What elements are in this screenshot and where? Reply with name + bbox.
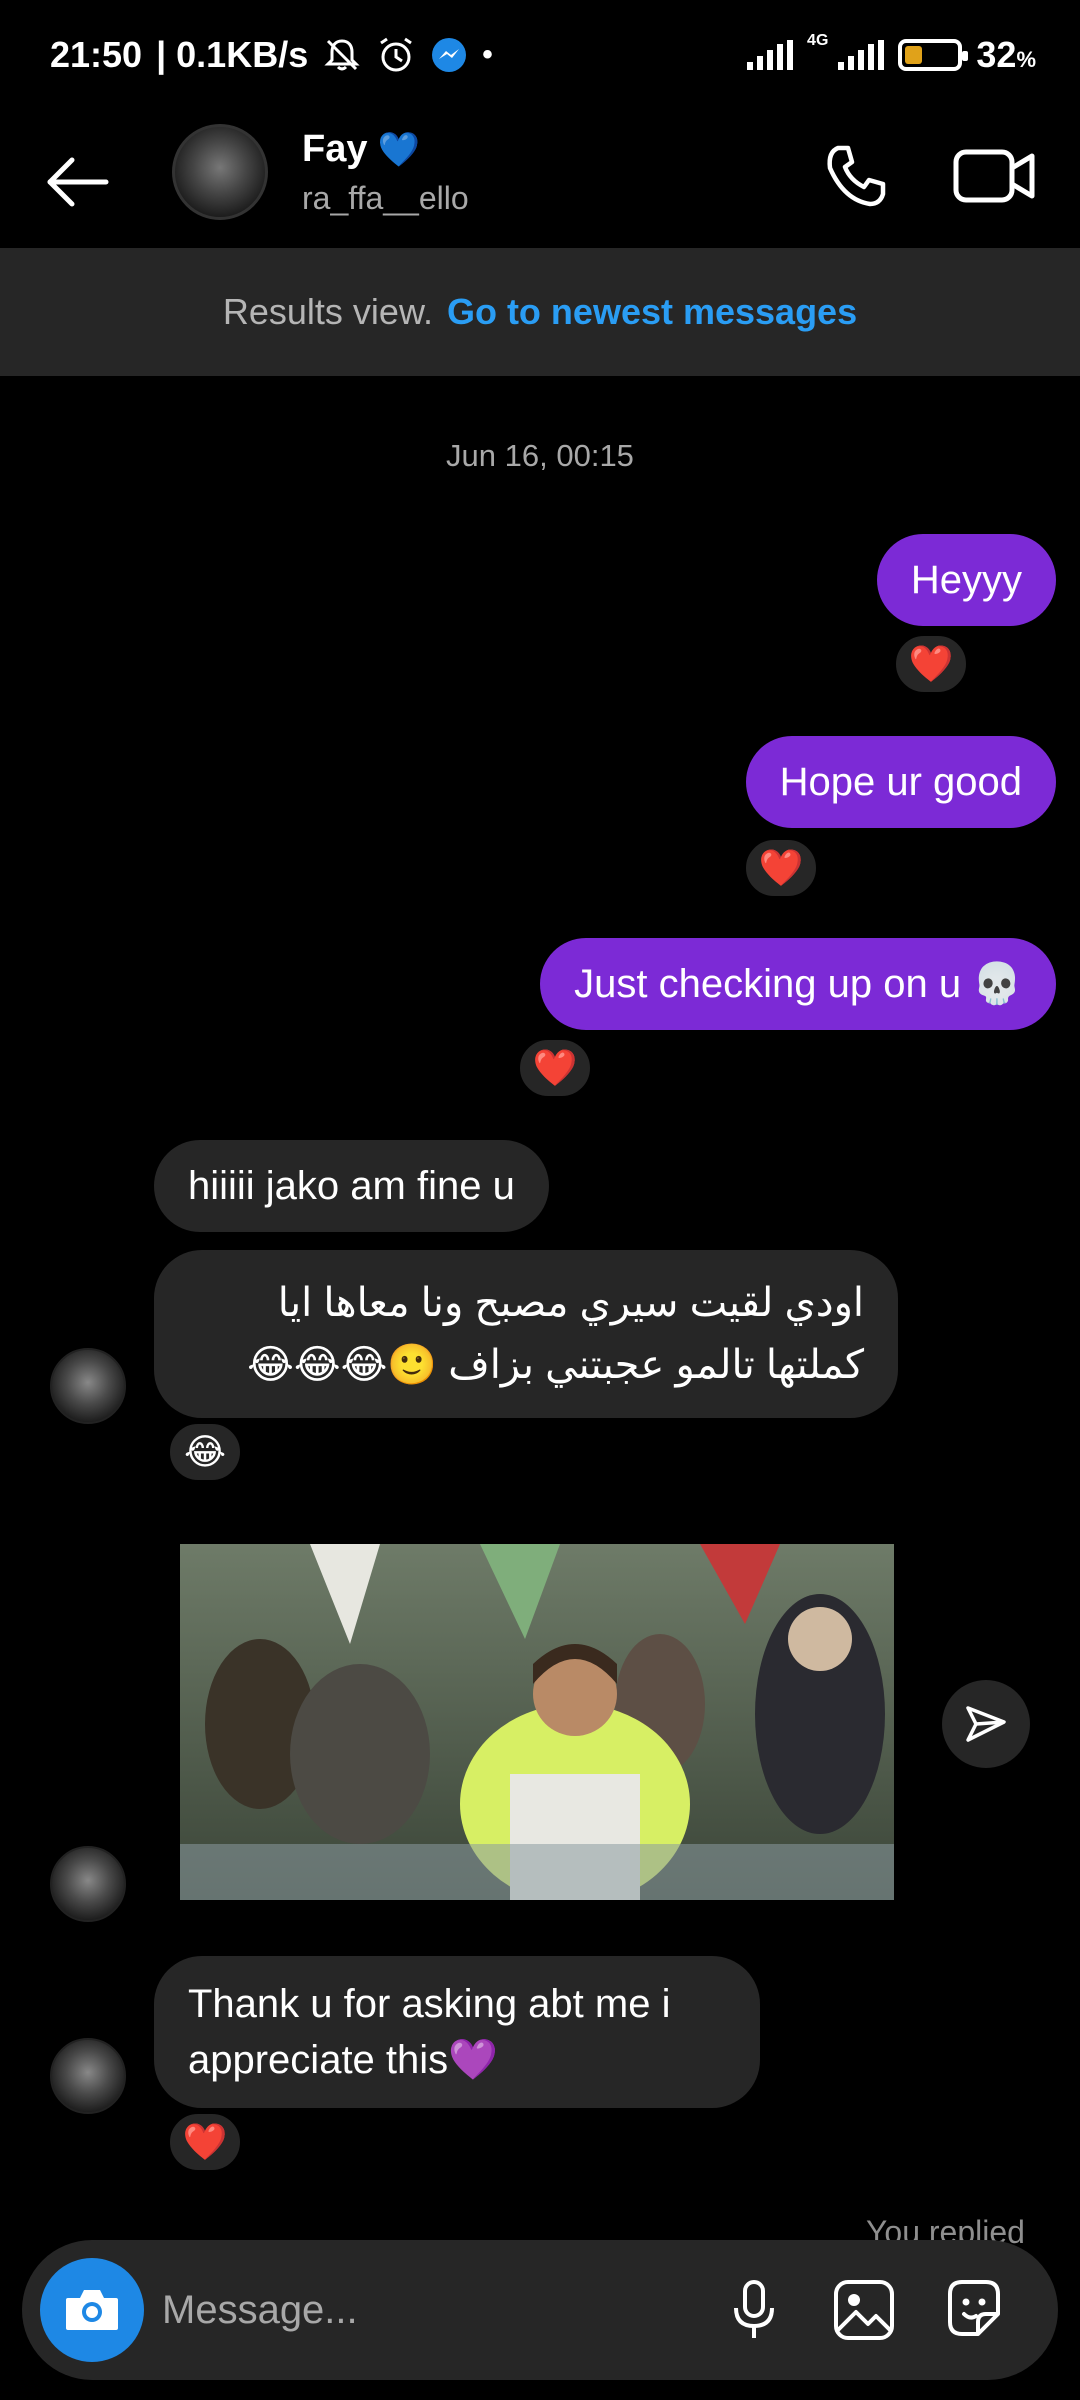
message-reaction[interactable]: ❤️	[892, 632, 970, 696]
share-button[interactable]	[942, 1680, 1030, 1768]
contact-name-text: Fay	[302, 128, 368, 170]
camera-button[interactable]	[40, 2258, 144, 2362]
message-reaction[interactable]: 😂	[166, 1420, 244, 1484]
send-icon	[966, 1706, 1006, 1742]
outgoing-message[interactable]: Heyyy	[876, 534, 1056, 626]
battery-percent: 32%	[976, 34, 1036, 75]
results-view-text: Results view.	[222, 291, 433, 332]
phone-call-icon[interactable]	[816, 136, 896, 216]
status-dot: •	[482, 38, 493, 71]
message-input[interactable]	[162, 2280, 682, 2340]
message-composer	[22, 2240, 1058, 2380]
shared-photo[interactable]	[180, 1544, 894, 1900]
video-call-icon[interactable]	[950, 136, 1040, 216]
incoming-message[interactable]: hiiiii jako am fine u	[154, 1140, 549, 1232]
status-time: 21:50	[50, 34, 143, 75]
results-banner: Results view. Go to newest messages	[0, 248, 1080, 376]
contact-avatar-small[interactable]	[50, 2038, 126, 2114]
contact-username[interactable]: ra_ffa__ello	[302, 180, 469, 217]
microphone-icon[interactable]	[718, 2274, 790, 2346]
incoming-message[interactable]: Thank u for asking abt me i appreciate t…	[154, 1956, 760, 2108]
outgoing-message[interactable]: Just checking up on u 💀	[540, 938, 1056, 1030]
back-arrow-icon[interactable]	[40, 142, 120, 222]
signal-icon	[747, 40, 794, 70]
gallery-icon[interactable]	[828, 2274, 900, 2346]
bell-off-icon	[324, 39, 360, 71]
chat-header: Fay 💙 ra_ffa__ello	[0, 116, 1080, 246]
battery-icon	[898, 39, 969, 71]
outgoing-message[interactable]: Hope ur good	[745, 736, 1056, 828]
status-left: 21:50 | 0.1KB/s •	[50, 34, 493, 76]
status-bar: 21:50 | 0.1KB/s • 4G 32%	[0, 0, 1080, 116]
alarm-icon	[380, 37, 413, 72]
photo-image	[180, 1544, 894, 1900]
contact-avatar-small[interactable]	[50, 1348, 126, 1424]
blue-heart-icon: 💙	[377, 130, 420, 169]
status-net-speed: | 0.1KB/s	[156, 34, 309, 75]
message-reaction[interactable]: ❤️	[742, 836, 820, 900]
status-right: 4G 32%	[747, 32, 1036, 76]
network-type-label: 4G	[807, 32, 829, 49]
go-to-newest-link[interactable]: Go to newest messages	[447, 291, 857, 333]
battery-fill	[905, 46, 923, 64]
message-timestamp: Jun 16, 00:15	[446, 438, 634, 473]
contact-avatar-small[interactable]	[50, 1846, 126, 1922]
contact-name[interactable]: Fay 💙	[302, 128, 420, 171]
sticker-icon[interactable]	[938, 2274, 1010, 2346]
contact-avatar[interactable]	[172, 124, 268, 220]
incoming-message[interactable]: اودي لقيت سيري مصبح ونا معاها ايا كملتها…	[154, 1250, 898, 1418]
message-reaction[interactable]: ❤️	[516, 1036, 594, 1100]
message-reaction[interactable]: ❤️	[166, 2110, 244, 2174]
signal-icon-2	[838, 40, 885, 70]
messenger-icon	[432, 38, 467, 72]
camera-icon	[66, 2290, 118, 2330]
